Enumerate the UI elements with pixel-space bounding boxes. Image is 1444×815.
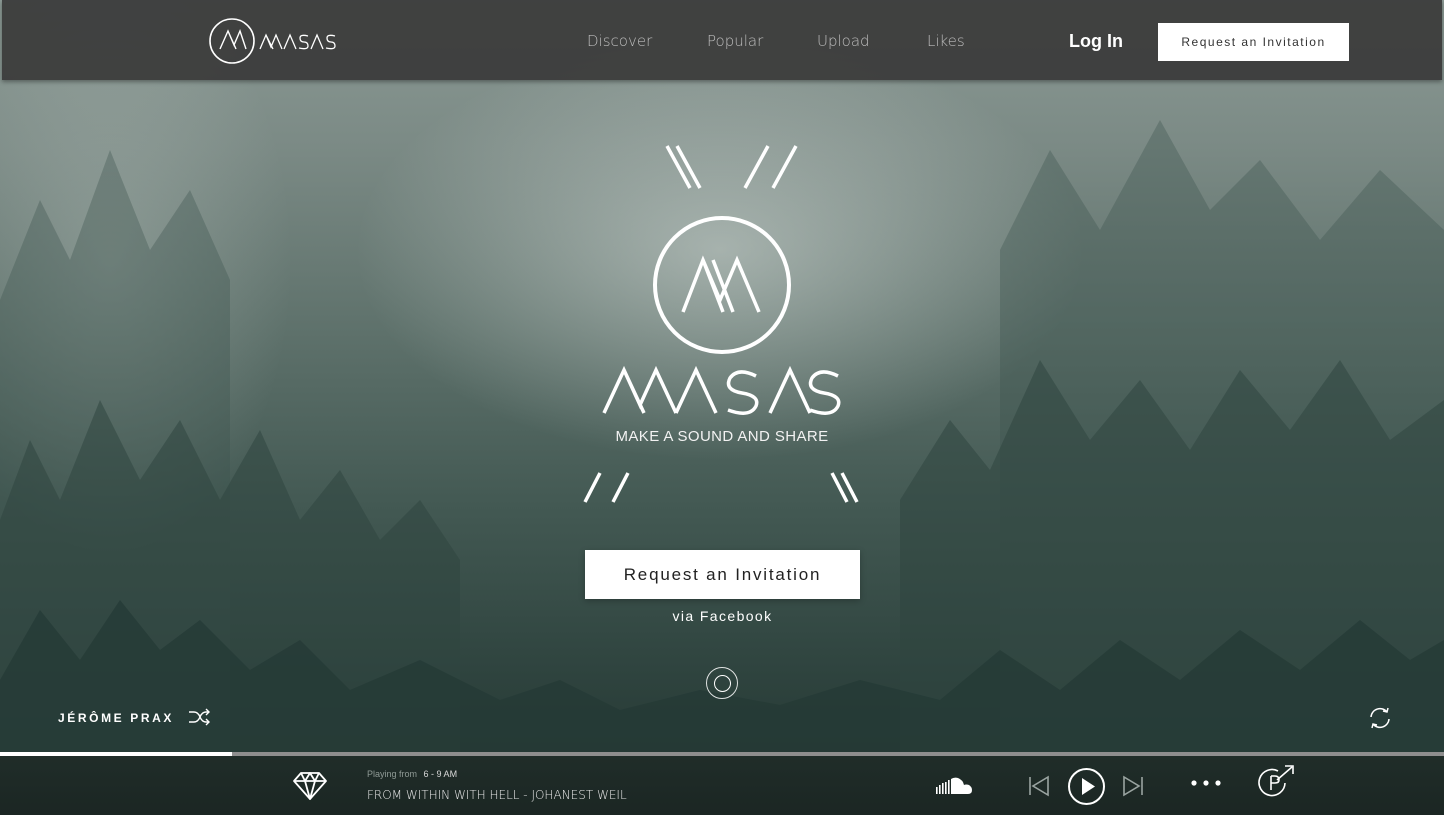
- player-bar: Playing from 6 - 9 AM FROM WITHIN WITH H…: [0, 756, 1444, 815]
- nav-discover[interactable]: Discover: [587, 32, 652, 50]
- login-button[interactable]: Log In: [1069, 31, 1123, 52]
- time-slot[interactable]: 6 - 9 AM: [424, 769, 458, 779]
- next-icon[interactable]: [1120, 773, 1146, 799]
- more-icon[interactable]: [1189, 776, 1223, 790]
- request-invitation-button[interactable]: Request an Invitation: [585, 550, 860, 599]
- refresh-icon[interactable]: [1368, 706, 1392, 730]
- nav-upload[interactable]: Upload: [817, 32, 870, 50]
- via-facebook-label[interactable]: via Facebook: [585, 608, 860, 624]
- top-navigation: Discover Popular Upload Likes Log In Req…: [2, 0, 1442, 80]
- brand-tagline: MAKE A SOUND AND SHARE: [615, 428, 829, 445]
- nav-likes[interactable]: Likes: [927, 32, 965, 50]
- previous-icon[interactable]: [1026, 773, 1052, 799]
- share-icon[interactable]: [1258, 764, 1296, 798]
- play-icon[interactable]: [1067, 767, 1106, 806]
- shuffle-icon[interactable]: [188, 708, 210, 726]
- playing-from-label: Playing from: [367, 769, 418, 779]
- scroll-indicator-icon[interactable]: [706, 667, 738, 699]
- masas-hero-logo: [583, 145, 859, 503]
- soundcloud-icon[interactable]: [934, 774, 974, 798]
- request-invitation-button-top[interactable]: Request an Invitation: [1158, 23, 1349, 61]
- track-title[interactable]: FROM WITHIN WITH HELL - JOHANEST WEIL: [367, 788, 627, 802]
- masas-logo[interactable]: [208, 17, 340, 65]
- diamond-icon[interactable]: [292, 770, 328, 802]
- nav-popular[interactable]: Popular: [707, 32, 763, 50]
- artist-name[interactable]: JÉRÔME PRAX: [58, 711, 174, 725]
- playing-from: Playing from 6 - 9 AM: [367, 769, 457, 779]
